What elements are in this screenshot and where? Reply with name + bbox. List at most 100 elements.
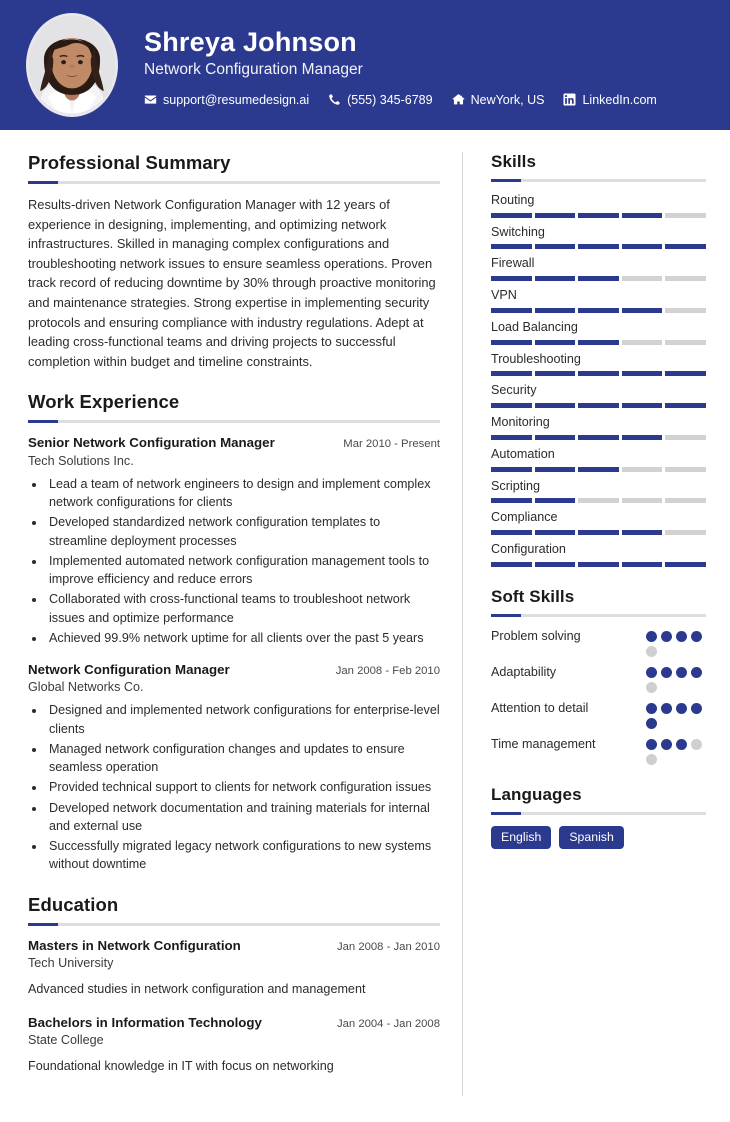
skill-level-segment <box>491 212 532 218</box>
soft-skill-item: Adaptability <box>491 664 706 693</box>
education-entry: Bachelors in Information Technology Jan … <box>28 1014 440 1076</box>
education-entry: Masters in Network Configuration Jan 200… <box>28 937 440 999</box>
skill-level-segment <box>534 244 576 250</box>
bullet-item: Successfully migrated legacy network con… <box>46 837 440 874</box>
skill-level-segment <box>534 434 576 440</box>
skill-level-bar <box>491 276 706 282</box>
skill-level-segment <box>534 466 576 472</box>
skill-level-segment <box>578 466 619 472</box>
contact-phone[interactable]: (555) 345-6789 <box>328 93 433 107</box>
skill-item: Switching <box>491 225 706 250</box>
skill-level-segment <box>578 434 619 440</box>
skill-level-segment <box>621 371 663 377</box>
bullet-item: Designed and implemented network configu… <box>46 701 440 738</box>
section-title-languages: Languages <box>491 784 582 804</box>
skill-level-segment <box>534 339 576 345</box>
skill-level-segment <box>665 212 706 218</box>
skill-level-segment <box>491 466 532 472</box>
skill-level-segment <box>665 530 706 536</box>
experience-entry-head: Network Configuration Manager Jan 2008 -… <box>28 661 440 678</box>
soft-skill-label: Attention to detail <box>491 700 589 715</box>
contact-linkedin[interactable]: LinkedIn.com <box>563 93 657 107</box>
skill-item: Security <box>491 383 706 409</box>
rating-dot <box>646 666 657 678</box>
experience-entry-head: Senior Network Configuration Manager Mar… <box>28 434 440 451</box>
section-rule <box>491 179 706 182</box>
summary-text: Results-driven Network Configuration Man… <box>28 197 436 369</box>
education-school: State College <box>28 1033 104 1048</box>
soft-skill-label: Problem solving <box>491 628 581 643</box>
section-work-experience: Work Experience Senior Network Configura… <box>28 391 440 873</box>
skill-level-segment <box>665 434 706 440</box>
skill-level-segment <box>491 339 532 345</box>
resume-page: Shreya Johnson Network Configuration Man… <box>0 0 730 1122</box>
rating-dot <box>646 738 657 750</box>
skill-level-segment <box>491 530 532 536</box>
education-school: Tech University <box>28 955 114 970</box>
skill-level-segment <box>491 498 532 504</box>
skill-level-segment <box>621 561 663 567</box>
skill-level-segment <box>665 403 706 409</box>
skill-level-segment <box>621 212 663 218</box>
skill-name: Scripting <box>491 478 540 493</box>
skill-level-segment <box>534 276 576 282</box>
rating-dot <box>676 666 687 678</box>
bullet-item: Lead a team of network engineers to desi… <box>46 475 440 512</box>
skill-item: Configuration <box>491 542 706 567</box>
experience-bullets: Lead a team of network engineers to desi… <box>46 475 440 647</box>
soft-skill-rating <box>646 700 706 729</box>
skill-name: Security <box>491 383 537 398</box>
bullet-item: Developed network documentation and trai… <box>46 799 440 836</box>
education-description: Advanced studies in network configuratio… <box>28 981 366 996</box>
skill-level-segment <box>578 307 619 313</box>
soft-skill-rating <box>646 664 706 693</box>
rating-dot <box>661 630 672 642</box>
skill-level-segment <box>491 244 532 250</box>
linkedin-icon <box>563 93 576 106</box>
skill-item: Firewall <box>491 256 706 282</box>
section-soft-skills: Soft Skills Problem solving Adaptability A… <box>491 587 706 765</box>
education-degree: Masters in Network Configuration <box>28 937 241 953</box>
soft-skill-item: Time management <box>491 736 706 765</box>
section-rule <box>491 613 706 617</box>
candidate-name: Shreya Johnson <box>144 27 357 58</box>
skill-name: Monitoring <box>491 415 550 430</box>
contact-location[interactable]: NewYork, US <box>452 92 545 107</box>
skill-level-segment <box>534 530 576 536</box>
skill-level-segment <box>578 403 619 409</box>
skill-level-segment <box>621 466 663 472</box>
skill-level-segment <box>665 498 706 504</box>
skill-level-segment <box>621 276 663 282</box>
skill-level-bar <box>491 466 706 472</box>
skill-name: Troubleshooting <box>491 351 581 366</box>
rating-dot <box>676 702 687 714</box>
rating-dot <box>676 630 687 642</box>
experience-role: Network Configuration Manager <box>28 662 230 678</box>
contact-location-text: NewYork, US <box>470 92 545 107</box>
languages-list: English Spanish <box>491 825 706 850</box>
candidate-job-title: Network Configuration Manager <box>144 61 363 79</box>
soft-skill-label: Time management <box>491 736 596 751</box>
skill-level-bar <box>491 403 706 409</box>
skill-level-segment <box>578 371 619 377</box>
experience-organization: Global Networks Co. <box>28 680 144 695</box>
skill-level-segment <box>534 403 576 409</box>
experience-entry: Senior Network Configuration Manager Mar… <box>28 434 440 647</box>
skill-name: Automation <box>491 446 555 461</box>
section-professional-summary: Professional Summary Results-driven Netw… <box>28 152 440 371</box>
skill-level-segment <box>621 434 663 440</box>
skill-name: Load Balancing <box>491 319 578 334</box>
rating-dot <box>646 717 657 729</box>
skill-level-bar <box>491 530 706 536</box>
skill-level-segment <box>578 530 619 536</box>
contact-email[interactable]: support@resumedesign.ai <box>144 93 309 107</box>
section-languages: Languages English Spanish <box>491 784 706 850</box>
rating-dot <box>661 666 672 678</box>
contact-list: support@resumedesign.ai (555) 345-6789 N… <box>144 93 704 107</box>
section-title-experience: Work Experience <box>28 391 180 413</box>
skill-level-segment <box>534 561 576 567</box>
skill-level-segment <box>491 561 532 567</box>
main-column: Professional Summary Results-driven Netw… <box>0 152 462 1096</box>
section-title-education: Education <box>28 893 119 915</box>
skill-level-segment <box>534 212 576 218</box>
